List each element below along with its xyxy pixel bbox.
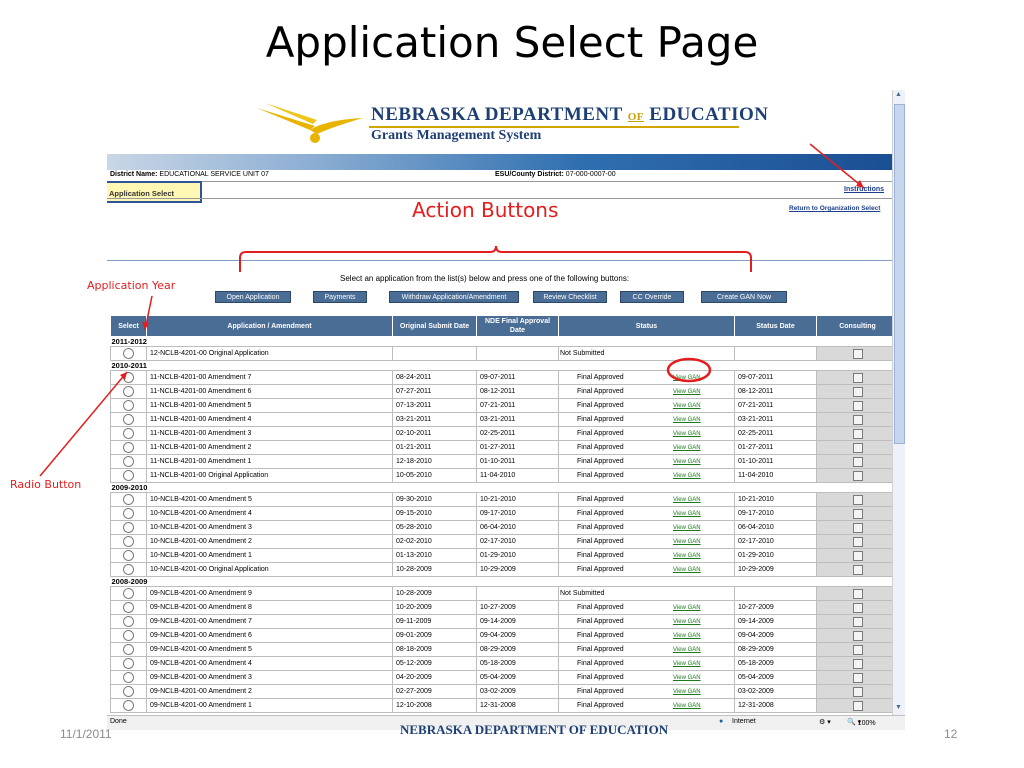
application-year-annotation: Application Year <box>87 279 176 292</box>
view-gan-highlight-circle <box>666 357 712 383</box>
slide-date: 11/1/2011 <box>60 727 112 741</box>
annotation-layer <box>39 143 865 477</box>
radio-button-arrow <box>39 371 128 477</box>
slide-page-number: 12 <box>944 727 958 741</box>
action-buttons-bracket <box>239 245 752 272</box>
footer-logo: NEBRASKA DEPARTMENT OF EDUCATION <box>400 722 669 737</box>
instructions-arrow <box>809 143 865 189</box>
action-buttons-annotation: Action Buttons <box>412 198 559 222</box>
radio-button-annotation: Radio Button <box>10 478 82 491</box>
